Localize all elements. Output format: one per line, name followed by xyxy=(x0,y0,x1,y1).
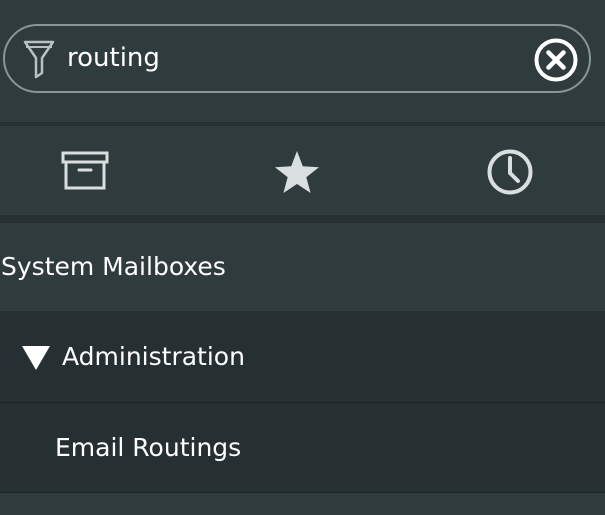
star-icon xyxy=(275,151,319,193)
list-bottom-strip xyxy=(0,493,605,515)
clear-search-icon[interactable] xyxy=(533,37,579,83)
search-input[interactable]: routing xyxy=(67,41,160,75)
divider xyxy=(0,215,605,223)
filter-icon xyxy=(23,40,55,79)
search-area: routing xyxy=(0,0,605,122)
tree-item-label: Email Routings xyxy=(55,433,242,462)
tree-group-label: Administration xyxy=(62,342,245,371)
tab-favorites[interactable] xyxy=(201,126,402,215)
tree-item-email-routings[interactable]: Email Routings xyxy=(0,403,605,493)
search-field[interactable]: routing xyxy=(3,24,591,93)
tab-recent[interactable] xyxy=(402,126,603,215)
tab-bar xyxy=(0,126,605,215)
clock-icon xyxy=(487,149,533,195)
section-label: System Mailboxes xyxy=(1,252,226,281)
tab-archive[interactable] xyxy=(0,126,201,215)
section-header-system-mailboxes: System Mailboxes xyxy=(0,223,605,311)
expanded-triangle-icon[interactable] xyxy=(22,346,50,370)
archive-box-icon xyxy=(61,151,109,190)
tree-group-administration[interactable]: Administration xyxy=(0,311,605,403)
